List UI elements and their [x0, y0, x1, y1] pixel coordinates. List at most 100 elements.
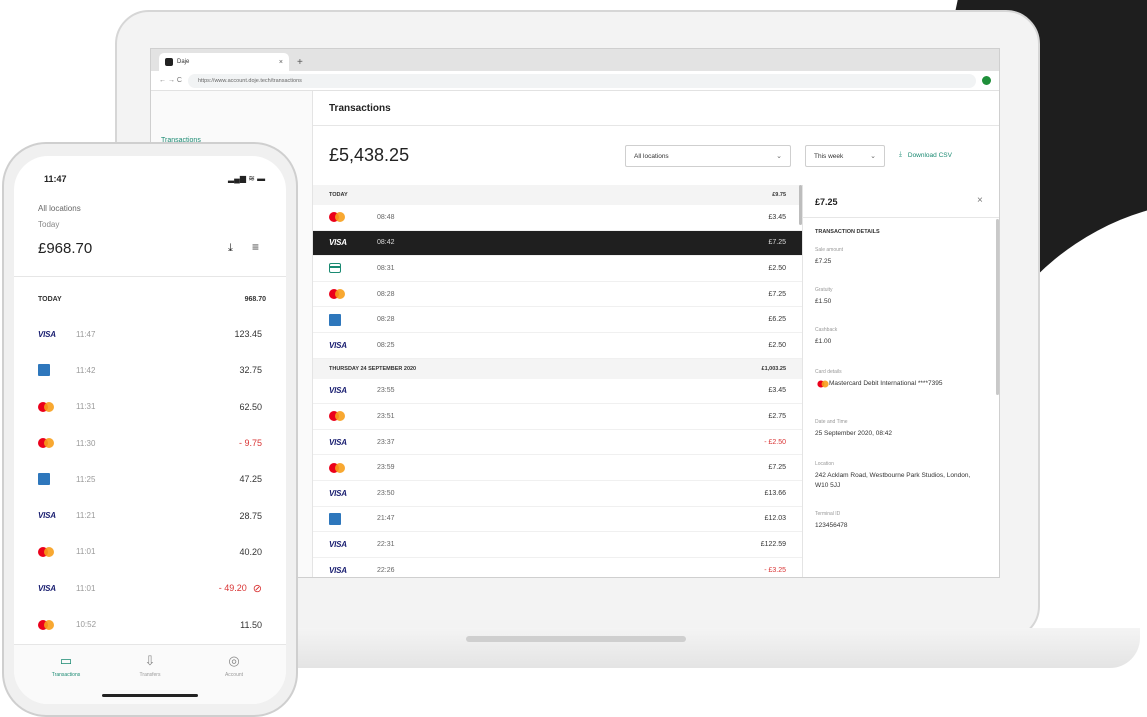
tab-close-icon[interactable]: × — [279, 59, 283, 66]
mastercard-icon — [817, 380, 829, 388]
group-header: THURSDAY 24 SEPTEMBER 2020 £1,003.25 — [313, 358, 802, 379]
transaction-row[interactable]: 08:48 £3.45 — [313, 205, 802, 231]
address-bar[interactable]: https://www.account.doje.tech/transactio… — [187, 73, 976, 88]
transaction-time: 23:55 — [377, 387, 395, 395]
divider — [313, 125, 999, 126]
transaction-row[interactable]: VISA 23:37 - £2.50 — [313, 430, 802, 456]
list-item[interactable]: 11:01 40.20 — [14, 534, 286, 570]
card-brand — [329, 462, 357, 473]
list-item[interactable]: 11:31 62.50 — [14, 389, 286, 425]
list-item[interactable]: VISA 11:47 123.45 — [14, 316, 286, 352]
transaction-row[interactable]: 23:51 £2.75 — [313, 404, 802, 430]
transaction-time: 21:47 — [377, 515, 395, 523]
download-icon[interactable]: ⤓ — [228, 242, 233, 255]
favicon-icon — [165, 58, 173, 66]
filter-icon[interactable]: ≡ — [252, 240, 259, 254]
transaction-amount: 40.20 — [239, 546, 262, 557]
detail-field-label: Date and Time — [815, 419, 848, 425]
download-csv-button[interactable]: ⤓ Download CSV — [899, 151, 952, 159]
transaction-amount: £3.45 — [768, 387, 786, 395]
location-select-value: All locations — [634, 152, 669, 160]
transaction-time: 11:47 — [76, 329, 96, 339]
card-brand — [38, 438, 68, 449]
transaction-amount: 11.50 — [240, 619, 262, 630]
nav-item-transactions[interactable]: ▭ Transactions — [36, 653, 96, 678]
extension-icon[interactable] — [982, 76, 991, 85]
transaction-row[interactable]: VISA 08:25 £2.50 — [313, 333, 802, 359]
list-item[interactable]: VISA 11:01 - 49.20 ⊘ — [14, 570, 286, 606]
nav-item-transfers[interactable]: ⇩ Transfers — [120, 653, 180, 678]
transaction-amount: 32.75 — [239, 365, 262, 376]
card-brand — [329, 263, 357, 274]
visa-icon: VISA — [38, 583, 56, 593]
nav-item-account[interactable]: ◎ Account — [204, 653, 264, 678]
close-icon[interactable]: × — [977, 195, 983, 206]
transaction-row[interactable]: 08:31 £2.50 — [313, 256, 802, 282]
list-item[interactable]: 11:42 32.75 — [14, 352, 286, 388]
transaction-amount: £7.25 — [768, 464, 786, 472]
card-brand — [329, 289, 357, 300]
card-brand — [38, 619, 68, 630]
day-label: Today — [38, 220, 60, 229]
list-item[interactable]: 11:30 - 9.75 — [14, 425, 286, 461]
location-filter[interactable]: All locations — [38, 204, 81, 213]
transaction-time: 23:51 — [377, 412, 395, 420]
location-select[interactable]: All locations ⌄ — [625, 145, 791, 167]
transaction-row[interactable]: 23:59 £7.25 — [313, 455, 802, 481]
amex-icon — [329, 512, 341, 525]
visa-icon: VISA — [329, 386, 347, 396]
transaction-time: 23:37 — [377, 438, 395, 446]
scrollbar[interactable] — [996, 219, 999, 395]
status-icons: ▂▄▆ ≋ ▬ — [228, 174, 266, 183]
card-brand: VISA — [329, 540, 357, 549]
list-item[interactable]: VISA 11:21 28.75 — [14, 497, 286, 533]
mastercard-icon — [38, 546, 54, 557]
transaction-row[interactable]: VISA 08:42 £7.25 — [313, 230, 802, 257]
transaction-row[interactable]: VISA 23:50 £13.66 — [313, 481, 802, 507]
transaction-row[interactable]: VISA 22:31 £122.59 — [313, 532, 802, 558]
group-label: TODAY — [329, 192, 348, 198]
detail-field-label: Cashback — [815, 327, 838, 333]
transaction-amount: £2.50 — [768, 341, 786, 349]
detail-field-label: Card details — [815, 369, 842, 375]
card-brand — [38, 364, 68, 377]
list-item[interactable]: 10:52 11.50 — [14, 606, 286, 642]
phone-group-header: TODAY 968.70 — [38, 296, 266, 303]
transaction-time: 22:26 — [377, 566, 395, 574]
transaction-amount: 123.45 — [234, 329, 262, 340]
detail-field-label: Location — [815, 461, 834, 467]
card-brand: VISA — [329, 341, 357, 350]
detail-field-value: 25 September 2020, 08:42 — [815, 430, 892, 437]
amex-icon — [38, 364, 50, 377]
total-amount: £5,438.25 — [329, 145, 410, 165]
transaction-time: 11:25 — [76, 474, 96, 484]
list-item[interactable]: 11:25 47.25 — [14, 461, 286, 497]
card-brand — [38, 401, 68, 412]
card-brand: VISA — [329, 386, 357, 395]
browser-nav-buttons[interactable]: ← → C — [159, 77, 182, 84]
mastercard-icon — [38, 619, 54, 630]
detail-field-label: Sale amount — [815, 247, 844, 253]
transaction-amount: - £3.25 — [764, 566, 786, 574]
card-brand: VISA — [38, 330, 68, 339]
transaction-row[interactable]: 08:28 £7.25 — [313, 282, 802, 308]
download-icon: ⤓ — [899, 151, 902, 158]
transaction-time: 11:30 — [76, 438, 96, 448]
status-time: 11:47 — [44, 174, 67, 184]
scrollbar[interactable] — [799, 185, 802, 225]
transaction-row[interactable]: VISA 22:26 - £3.25 — [313, 558, 802, 577]
card-brand: VISA — [38, 584, 68, 593]
period-select[interactable]: This week ⌄ — [805, 145, 885, 167]
transaction-row[interactable]: VISA 23:55 £3.45 — [313, 379, 802, 405]
chevron-down-icon: ⌄ — [870, 153, 876, 160]
transaction-row[interactable]: 21:47 £12.03 — [313, 507, 802, 533]
transaction-amount: £13.66 — [764, 489, 786, 497]
detail-field-value: £7.25 — [815, 258, 832, 265]
transaction-amount: £7.25 — [768, 239, 786, 247]
transaction-time: 11:01 — [76, 583, 96, 593]
transaction-time: 08:31 — [377, 264, 395, 272]
browser-tab[interactable]: Daje × — [159, 53, 289, 71]
transaction-row[interactable]: 08:28 £6.25 — [313, 307, 802, 333]
new-tab-button[interactable]: + — [297, 57, 303, 68]
mastercard-icon — [329, 289, 345, 300]
